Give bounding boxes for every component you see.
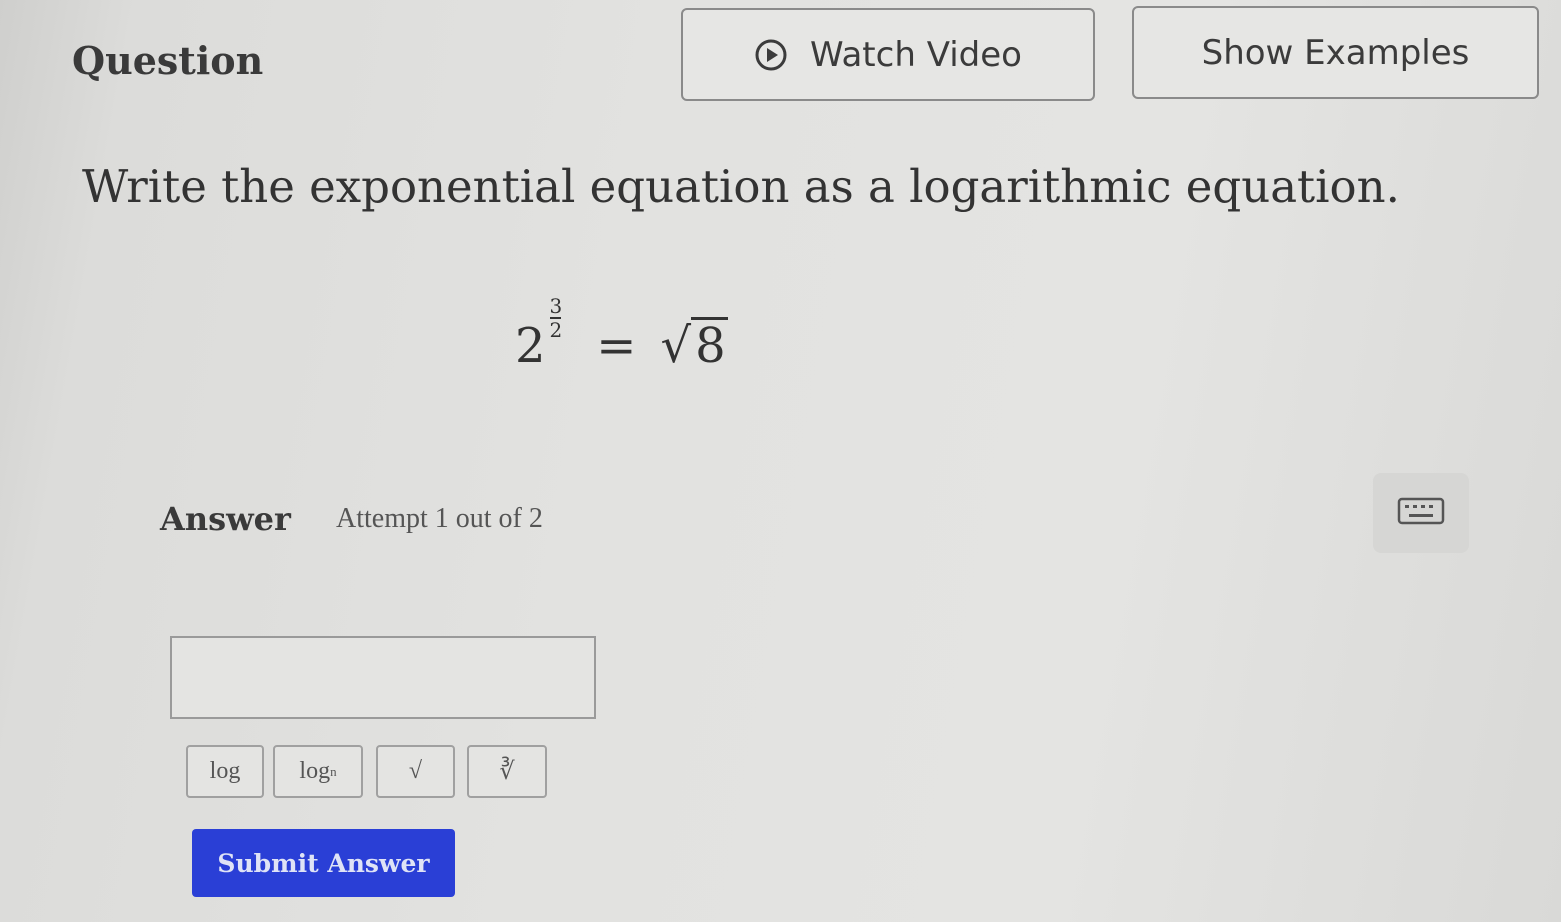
logn-subscript: n: [330, 763, 337, 779]
submit-answer-button[interactable]: Submit Answer: [192, 829, 455, 897]
answer-input[interactable]: [170, 636, 596, 719]
square-root-button[interactable]: √: [376, 745, 455, 798]
exponent-numerator: 3: [549, 294, 563, 318]
play-circle-icon: [754, 38, 788, 72]
watch-video-button[interactable]: Watch Video: [681, 8, 1095, 101]
log-label: log: [209, 758, 241, 784]
attempt-counter: Attempt 1 out of 2: [336, 503, 543, 534]
log-base-n-button[interactable]: log n: [273, 745, 363, 798]
equation-exponent: 3 2: [550, 296, 563, 340]
keyboard-toggle-button[interactable]: [1373, 473, 1469, 553]
exponential-equation: 2 3 2 = √ 8: [515, 296, 728, 374]
nth-root-button[interactable]: ∛: [467, 745, 547, 798]
sqrt-label: √: [408, 758, 423, 784]
equation-base: 2: [515, 318, 546, 374]
radical-symbol: √: [660, 318, 692, 374]
nroot-label: ∛: [499, 759, 515, 785]
show-examples-label: Show Examples: [1201, 32, 1470, 73]
watch-video-label: Watch Video: [810, 34, 1022, 75]
square-root-expression: √ 8: [661, 317, 728, 370]
radicand: 8: [691, 317, 728, 370]
log-button[interactable]: log: [186, 745, 264, 798]
equals-sign: =: [596, 318, 637, 374]
show-examples-button[interactable]: Show Examples: [1132, 6, 1539, 99]
answer-label: Answer: [160, 500, 291, 538]
keyboard-icon: [1397, 497, 1445, 530]
question-prompt: Write the exponential equation as a loga…: [82, 160, 1400, 213]
exponent-denominator: 2: [549, 318, 563, 342]
logn-label: log: [299, 758, 331, 784]
page-title: Question: [72, 38, 264, 83]
